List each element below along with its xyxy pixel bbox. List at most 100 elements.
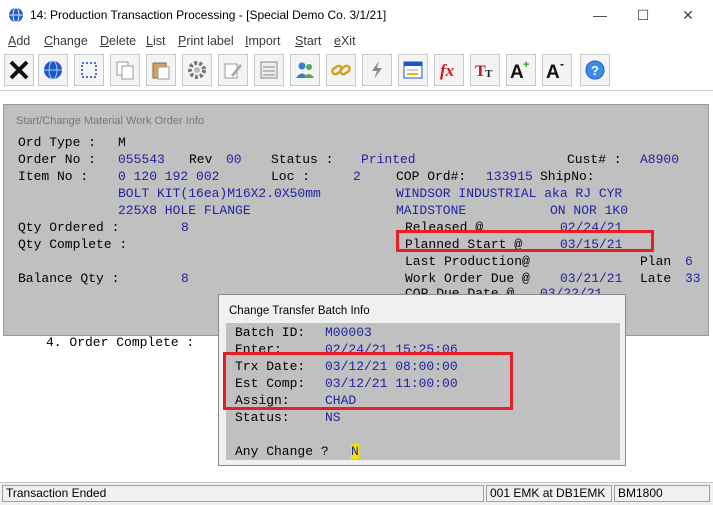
font-increase-icon: A +	[510, 59, 529, 81]
status-label: Status :	[271, 152, 334, 167]
paste-button[interactable]	[146, 54, 176, 86]
svg-text:?: ?	[591, 63, 599, 78]
select-box-button[interactable]	[74, 54, 104, 86]
last-production-label: Last Production@	[405, 254, 530, 269]
ship-to-3: ON NOR 1K0	[550, 203, 629, 218]
plan-label: Plan	[640, 254, 672, 269]
status-message: Transaction Ended	[2, 485, 484, 502]
edit-button[interactable]	[218, 54, 248, 86]
cop-ord-label: COP Ord#:	[396, 169, 467, 184]
panel-title: Start/Change Material Work Order Info	[16, 115, 205, 127]
order-no-label: Order No :	[18, 152, 97, 167]
wo-due-label: Work Order Due @	[405, 271, 530, 286]
status-value: NS	[325, 410, 341, 425]
copy-button[interactable]	[110, 54, 140, 86]
font-decrease-button[interactable]: A-	[542, 54, 572, 86]
copy-icon	[116, 61, 134, 80]
ord-type-label: Ord Type :	[18, 135, 97, 150]
maximize-button[interactable]: ☐	[623, 5, 663, 25]
batch-id-value: M00003	[325, 325, 372, 340]
svg-text:fx: fx	[440, 61, 455, 80]
fx-icon: fx	[440, 61, 455, 80]
toolbar: fx TT A + A- ?	[0, 52, 713, 91]
any-change-input[interactable]: N	[351, 444, 359, 459]
status-code: BM1800	[614, 485, 710, 502]
late-value: 33	[685, 271, 701, 286]
menu-change[interactable]: Change	[44, 34, 88, 48]
rev-value: 00	[226, 152, 242, 167]
form-button[interactable]	[398, 54, 428, 86]
svg-text:-: -	[560, 59, 564, 71]
qty-ordered-label: Qty Ordered :	[18, 220, 120, 235]
gear-icon	[188, 61, 206, 79]
svg-text:+: +	[523, 59, 529, 71]
cop-ord-value: 133915	[486, 169, 533, 184]
globe-icon	[44, 60, 62, 80]
font-decrease-icon: A-	[546, 59, 564, 81]
menu-exit[interactable]: eXit	[334, 34, 356, 48]
formula-button[interactable]: fx	[434, 54, 464, 86]
item-no-value: 0 120 192 002	[118, 169, 220, 184]
status-label: Status:	[235, 410, 290, 425]
menu-bar: Add Change Delete List Print label Import Star…	[0, 31, 713, 51]
dialog-title: Change Transfer Batch Info	[229, 305, 370, 317]
svg-text:A: A	[546, 62, 560, 81]
status-bar: Transaction Ended 001 EMK at DB1EMK BM18…	[0, 482, 713, 505]
batch-id-label: Batch ID:	[235, 325, 306, 340]
globe-button[interactable]	[38, 54, 68, 86]
cust-label: Cust# :	[567, 152, 622, 167]
help-icon: ?	[585, 60, 605, 80]
item-desc-2: 225X8 HOLE FLANGE	[118, 203, 251, 218]
ship-to-2: MAIDSTONE	[396, 203, 467, 218]
font-size-icon: TT	[475, 63, 493, 80]
late-label: Late	[640, 271, 672, 286]
lightning-button[interactable]	[362, 54, 392, 86]
menu-add[interactable]: Add	[8, 34, 30, 48]
plan-value: 6	[685, 254, 693, 269]
svg-text:T: T	[485, 68, 493, 80]
order-no-value: 055543	[118, 152, 165, 167]
lightning-icon	[372, 61, 382, 79]
wo-due-value: 03/21/21	[560, 271, 623, 286]
help-button[interactable]: ?	[580, 54, 610, 86]
close-x-button[interactable]	[4, 54, 34, 86]
order-complete-option: 4. Order Complete :	[46, 335, 195, 350]
balance-qty-label: Balance Qty :	[18, 271, 120, 286]
app-globe-icon	[9, 7, 23, 23]
qty-ordered-value: 8	[181, 220, 189, 235]
edit-icon	[224, 63, 242, 79]
close-button[interactable]: ✕	[668, 5, 708, 25]
balance-qty-value: 8	[181, 271, 189, 286]
settings-button[interactable]	[182, 54, 212, 86]
svg-text:A: A	[510, 62, 524, 81]
title-bar: 14: Production Transaction Processing - …	[0, 0, 713, 30]
menu-start[interactable]: Start	[295, 34, 321, 48]
menu-print-label[interactable]: Print label	[178, 34, 234, 48]
font-increase-button[interactable]: A +	[506, 54, 536, 86]
window-title: 14: Production Transaction Processing - …	[30, 8, 387, 22]
status-value: Printed	[361, 152, 416, 167]
ship-to-1: WINDSOR INDUSTRIAL aka RJ CYR	[396, 186, 623, 201]
minimize-button[interactable]: —	[580, 5, 620, 25]
status-user: 001 EMK at DB1EMK	[486, 485, 612, 502]
users-icon	[296, 62, 314, 78]
link-button[interactable]	[326, 54, 356, 86]
list-icon	[260, 61, 278, 79]
font-size-button[interactable]: TT	[470, 54, 500, 86]
cust-value: A8900	[640, 152, 680, 167]
qty-complete-label: Qty Complete :	[18, 237, 128, 252]
menu-delete[interactable]: Delete	[100, 34, 136, 48]
form-icon	[403, 61, 423, 79]
link-icon	[331, 64, 351, 76]
loc-label: Loc :	[271, 169, 311, 184]
menu-list[interactable]: List	[146, 34, 165, 48]
users-button[interactable]	[290, 54, 320, 86]
item-desc-1: BOLT KIT(16ea)M16X2.0X50mm	[118, 186, 321, 201]
shipno-label: ShipNo:	[540, 169, 595, 184]
select-box-icon	[81, 62, 97, 78]
any-change-label: Any Change ?	[235, 444, 329, 459]
menu-import[interactable]: Import	[245, 34, 280, 48]
list-button[interactable]	[254, 54, 284, 86]
item-no-label: Item No :	[18, 169, 89, 184]
batch-fields-highlight	[223, 352, 513, 410]
